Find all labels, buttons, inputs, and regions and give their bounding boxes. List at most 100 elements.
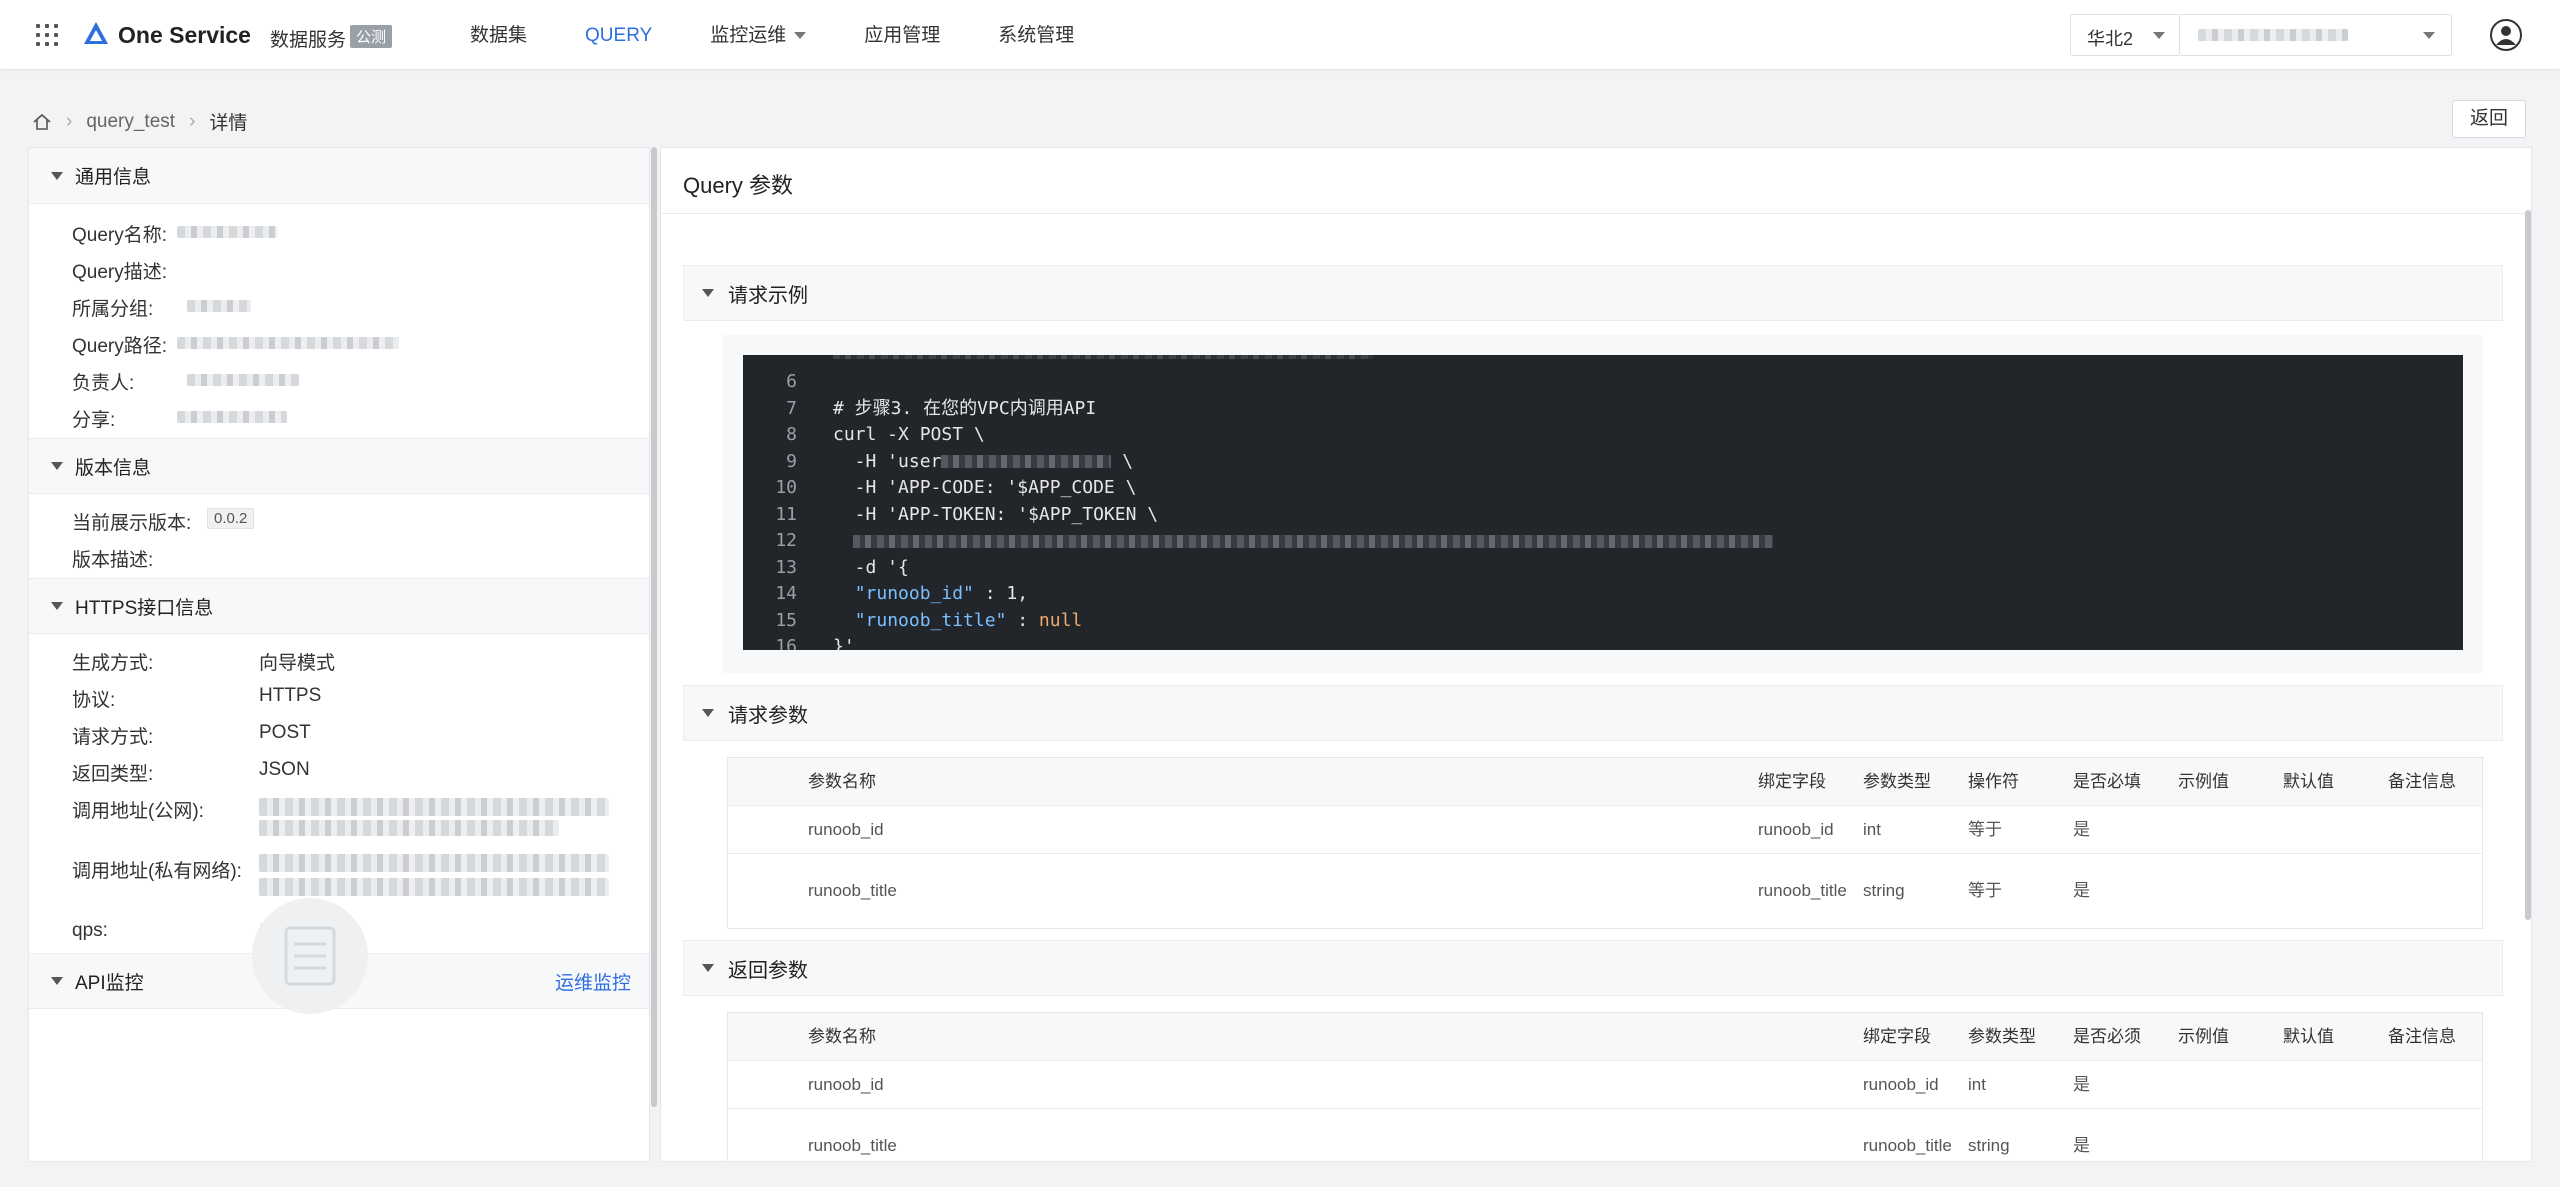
field-query-desc: Query描述:: [72, 262, 168, 283]
caret-down-icon: [51, 977, 63, 985]
column-header: 是否必填: [2073, 771, 2141, 791]
column-header: 示例值: [2178, 1026, 2229, 1046]
cell-required: 是: [2073, 1136, 2090, 1155]
code-block-container: 6 7 # 步骤3. 在您的VPC内调用API 8 curl -X POST \ 9…: [723, 335, 2483, 673]
query-params-panel: Query 参数 请求示例 6 7 # 步骤3. 在您的VPC内调用API 8 cu…: [660, 147, 2532, 1162]
table-row[interactable]: runoob_id runoob_id int 等于 是: [728, 806, 2482, 854]
code-line: 12: [743, 528, 2463, 555]
cell-required: 是: [2073, 881, 2090, 900]
code-line-partial: [743, 355, 2463, 369]
nav-item-datasets[interactable]: 数据集: [470, 0, 527, 70]
app-grid-icon[interactable]: [36, 24, 58, 46]
field-method: 请求方式: POST: [72, 722, 311, 748]
user-avatar-icon[interactable]: [2490, 19, 2522, 51]
code-line: 8 curl -X POST \: [786, 424, 985, 445]
column-header: 绑定字段: [1863, 1026, 1931, 1046]
cell-bind-field: runoob_title: [1863, 1136, 1952, 1155]
redacted-value: [177, 337, 399, 349]
cell-param-name: runoob_title: [808, 881, 897, 900]
field-protocol: 协议: HTTPS: [72, 685, 322, 711]
section-general-info[interactable]: 通用信息: [29, 148, 649, 204]
table-header-row: 参数名称 绑定字段 参数类型 是否必须 示例值 默认值 备注信息: [728, 1013, 2482, 1061]
field-current-version: 当前展示版本: 0.0.2: [29, 500, 649, 537]
request-params-table: 参数名称 绑定字段 参数类型 操作符 是否必填 示例值 默认值 备注信息 run…: [727, 757, 2483, 929]
field-version-desc: 版本描述:: [72, 550, 154, 571]
code-line: 11 -H 'APP-TOKEN: '$APP_TOKEN \: [775, 503, 1159, 525]
nav-item-query[interactable]: QUERY: [585, 0, 652, 70]
table-row[interactable]: runoob_id runoob_id int 是: [728, 1061, 2482, 1109]
cell-required: 是: [2073, 1074, 2090, 1094]
home-icon[interactable]: [32, 112, 52, 132]
request-params-section: 请求参数 参数名称 绑定字段 参数类型 操作符 是否必填 示例值 默认值 备注信…: [683, 685, 2503, 929]
cell-param-type: int: [1968, 1074, 1986, 1094]
nav-item-app-management[interactable]: 应用管理: [864, 0, 940, 70]
code-line: 13 -d '{: [775, 556, 909, 578]
column-header: 绑定字段: [1758, 771, 1826, 791]
section-title: 请求示例: [728, 284, 808, 307]
cell-param-name: runoob_id: [808, 1074, 884, 1094]
code-line: 10 -H 'APP-CODE: '$APP_CODE \: [775, 477, 1137, 498]
code-line: 15 "runoob_title" : null: [775, 609, 1083, 631]
caret-down-icon: [51, 171, 63, 180]
field-group: 所属分组:: [29, 286, 649, 323]
caret-down-icon: [702, 964, 714, 972]
chevron-right-icon: ›: [66, 110, 73, 132]
redacted-value: [259, 798, 609, 816]
nav-item-monitoring[interactable]: 监控运维: [710, 0, 807, 70]
section-version-info[interactable]: 版本信息: [29, 438, 649, 494]
version-tag: 0.0.2: [207, 508, 255, 529]
return-params-section: 返回参数 参数名称 绑定字段 参数类型 是否必须 示例值 默认值 备注信息 ru…: [683, 940, 2503, 1161]
cell-param-type: string: [1863, 881, 1905, 900]
column-header: 备注信息: [2388, 771, 2456, 791]
product-name: 数据服务: [270, 30, 347, 51]
field-query-name: Query名称:: [29, 212, 649, 249]
panel-title: Query 参数: [661, 148, 2531, 214]
back-button[interactable]: 返回: [2452, 100, 2526, 138]
region-select[interactable]: 华北2: [2070, 14, 2180, 56]
cell-param-type: string: [1968, 1136, 2010, 1155]
breadcrumb-current: 详情: [209, 113, 248, 134]
redacted-value: [177, 411, 287, 423]
project-select[interactable]: [2180, 14, 2452, 56]
field-share: 分享:: [29, 397, 649, 434]
cell-operator: 等于: [1968, 819, 2002, 839]
table-row[interactable]: runoob_title runoob_title string 是: [728, 1109, 2482, 1161]
code-line: 6: [786, 371, 797, 392]
caret-down-icon: [51, 462, 63, 470]
column-header: 默认值: [2283, 1026, 2334, 1046]
code-block[interactable]: 6 7 # 步骤3. 在您的VPC内调用API 8 curl -X POST \ 9…: [743, 355, 2463, 650]
redacted-value: [187, 300, 251, 312]
code-line: 9 -H 'user \: [786, 450, 1134, 472]
section-https-info[interactable]: HTTPS接口信息: [29, 578, 649, 634]
cell-required: 是: [2073, 819, 2090, 839]
right-scrollbar[interactable]: [2525, 210, 2531, 920]
table-header-row: 参数名称 绑定字段 参数类型 操作符 是否必填 示例值 默认值 备注信息: [728, 758, 2482, 806]
table-row[interactable]: runoob_title runoob_title string 等于 是: [728, 854, 2482, 928]
beta-badge: 公测: [350, 25, 393, 48]
section-title: 版本信息: [75, 457, 152, 479]
request-example-header[interactable]: 请求示例: [683, 265, 2503, 321]
brand-name[interactable]: One Service: [118, 22, 251, 49]
redacted-project-name: [2198, 29, 2348, 41]
cell-bind-field: runoob_id: [1758, 819, 1834, 839]
ops-monitor-link[interactable]: 运维监控: [555, 968, 631, 995]
section-title: API监控: [75, 972, 144, 994]
redacted-value: [187, 374, 299, 386]
redacted-code: [853, 534, 1773, 548]
field-owner: 负责人:: [29, 360, 649, 397]
section-title: 通用信息: [75, 167, 152, 188]
return-params-header[interactable]: 返回参数: [683, 940, 2503, 996]
nav-item-system-management[interactable]: 系统管理: [998, 0, 1074, 70]
left-scrollbar[interactable]: [651, 147, 657, 1107]
cell-param-type: int: [1863, 819, 1881, 839]
code-line: 16}': [775, 636, 855, 650]
code-line: 14 "runoob_id" : 1,: [775, 583, 1029, 604]
breadcrumb-query[interactable]: query_test: [86, 111, 175, 133]
caret-down-icon: [51, 602, 63, 610]
request-params-header[interactable]: 请求参数: [683, 685, 2503, 741]
redacted-value: [259, 820, 559, 836]
cell-param-name: runoob_title: [808, 1136, 897, 1155]
column-header: 默认值: [2283, 771, 2334, 791]
cell-bind-field: runoob_id: [1863, 1074, 1939, 1094]
caret-down-icon: [702, 289, 714, 297]
